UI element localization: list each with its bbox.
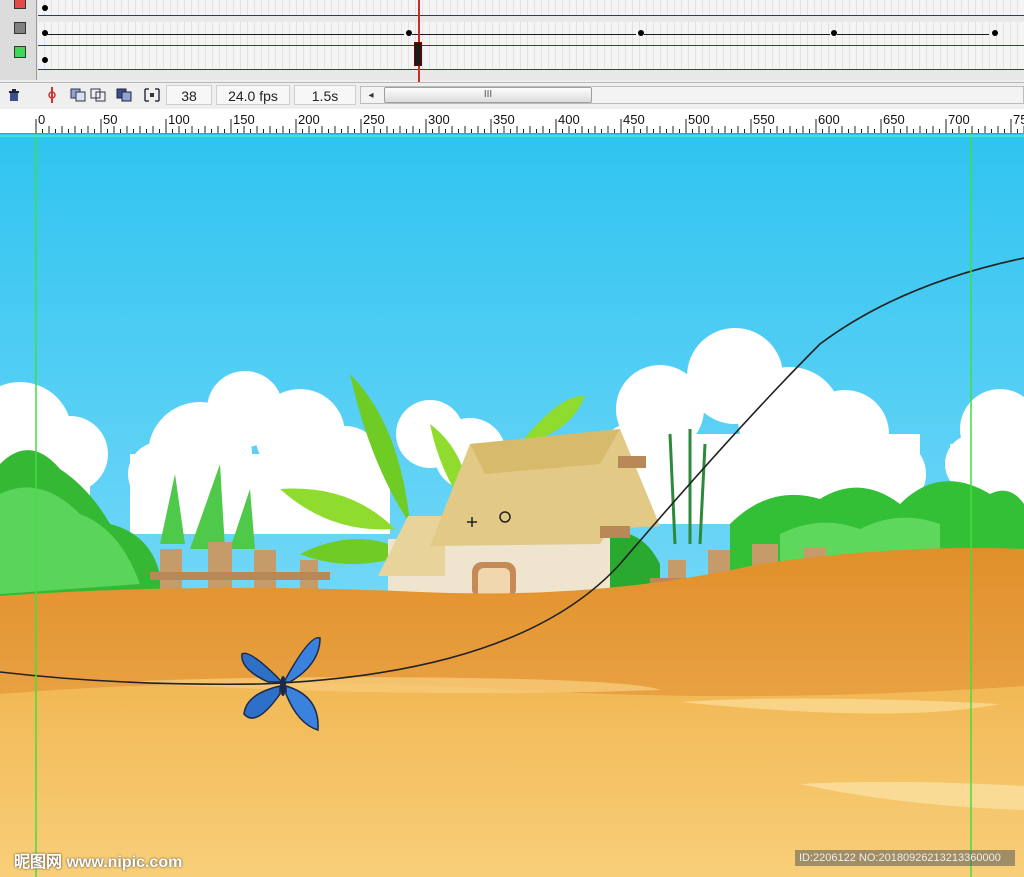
trash-icon[interactable] <box>6 87 22 103</box>
onion-skin-icon[interactable] <box>70 87 86 103</box>
layer-color-swatch-green[interactable] <box>14 46 26 58</box>
timeline-controls: 38 24.0 fps 1.5s ◂ III <box>0 82 1024 110</box>
edit-multiple-frames-icon[interactable] <box>116 87 132 103</box>
horizontal-ruler: 0 50 100 150 200 250 300 350 400 450 500 550 600 650 7… <box>0 109 1024 134</box>
timeline-layer-row-motion[interactable] <box>38 22 1024 46</box>
keyframe[interactable] <box>42 5 48 11</box>
ruler-label: 300 <box>428 112 450 127</box>
current-frame-marker[interactable] <box>414 42 422 66</box>
current-frame-field[interactable]: 38 <box>166 85 212 105</box>
ruler-label: 150 <box>233 112 255 127</box>
keyframe[interactable] <box>42 57 48 63</box>
onion-outline-icon[interactable] <box>90 87 106 103</box>
keyframe[interactable] <box>992 30 998 36</box>
flash-editor: 38 24.0 fps 1.5s ◂ III 0 50 100 150 200 250 30… <box>0 0 1024 877</box>
ruler-label: 75 <box>1013 112 1024 127</box>
frame-rate-field[interactable]: 24.0 fps <box>216 85 290 105</box>
stage-canvas[interactable] <box>0 134 1024 877</box>
timeline-layer-row[interactable] <box>38 46 1024 70</box>
ruler-label: 200 <box>298 112 320 127</box>
motion-tween-arrow <box>412 34 636 35</box>
motion-tween-arrow <box>46 34 404 35</box>
ruler-label: 650 <box>883 112 905 127</box>
elapsed-time-field: 1.5s <box>294 85 356 105</box>
ruler-label: 100 <box>168 112 190 127</box>
scrollbar-thumb[interactable]: III <box>384 87 592 103</box>
layer-color-swatch-gray[interactable] <box>14 22 26 34</box>
ruler-label: 250 <box>363 112 385 127</box>
keyframe[interactable] <box>831 30 837 36</box>
ruler-label: 700 <box>948 112 970 127</box>
ruler-label: 500 <box>688 112 710 127</box>
scroll-left-arrow-icon[interactable]: ◂ <box>364 88 378 102</box>
keyframe[interactable] <box>406 30 412 36</box>
keyframe[interactable] <box>638 30 644 36</box>
keyframe[interactable] <box>42 30 48 36</box>
motion-guide-icon[interactable] <box>44 87 60 103</box>
ruler-label: 400 <box>558 112 580 127</box>
motion-tween-arrow <box>644 34 830 35</box>
layer-color-swatch-red[interactable] <box>14 0 26 9</box>
motion-tween-arrow <box>837 34 989 35</box>
onion-markers-icon[interactable] <box>144 87 160 103</box>
ruler-label: 600 <box>818 112 840 127</box>
ruler-label: 0 <box>38 112 46 127</box>
playhead[interactable] <box>418 0 420 82</box>
ruler-label: 450 <box>623 112 645 127</box>
ruler-label: 350 <box>493 112 515 127</box>
watermark-site: 昵图网 www.nipic.com <box>14 854 183 871</box>
watermark-id: ID:2206122 NO:20180926213213360000 <box>795 850 1015 866</box>
ruler-label: 50 <box>103 112 118 127</box>
ruler-label: 550 <box>753 112 775 127</box>
timeline-panel <box>0 0 1024 82</box>
layer-swatch-column <box>0 0 37 80</box>
timeline-layer-row[interactable] <box>38 0 1024 16</box>
